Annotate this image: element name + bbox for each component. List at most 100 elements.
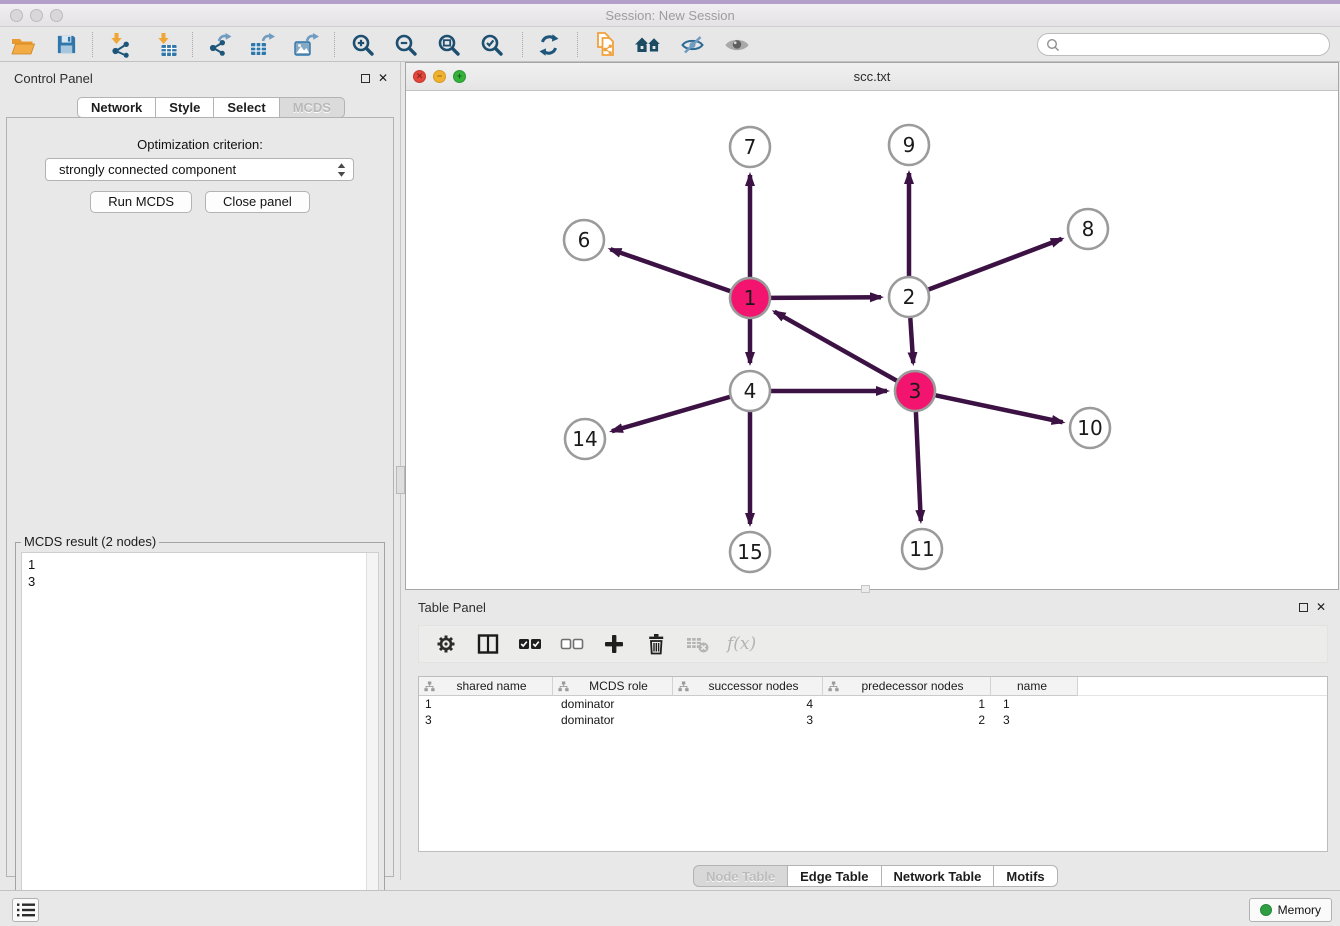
mcds-panel-body: Optimization criterion: strongly connect… (6, 117, 394, 877)
toolbar-separator (334, 32, 335, 57)
graph-node-label: 9 (903, 133, 916, 157)
table-cell[interactable]: 1 (991, 697, 1078, 711)
toolbar-separator (577, 32, 578, 57)
export-table-icon[interactable] (243, 29, 281, 60)
open-session-icon[interactable] (4, 29, 42, 60)
mcds-result-line: 3 (28, 573, 372, 590)
save-session-icon[interactable] (47, 29, 85, 60)
refresh-icon[interactable] (530, 29, 568, 60)
toolbar-separator (92, 32, 93, 57)
tab-mcds[interactable]: MCDS (280, 97, 345, 118)
network-resize-handle[interactable] (861, 585, 870, 593)
home-icon[interactable] (629, 29, 667, 60)
search-box[interactable] (1037, 33, 1330, 56)
column-header-shared-name[interactable]: shared name (419, 677, 553, 696)
graph-edge-4-14[interactable] (612, 397, 730, 431)
column-header-mcds-role[interactable]: MCDS role (553, 677, 673, 696)
refresh-glyph (537, 33, 561, 57)
graph-edge-2-8[interactable] (929, 239, 1062, 290)
zoom-selected-glyph (480, 33, 504, 57)
table-cell[interactable]: 2 (823, 713, 991, 727)
float-panel-icon[interactable] (361, 74, 370, 83)
table-cell[interactable]: 1 (419, 697, 553, 711)
column-header-successor-nodes[interactable]: successor nodes (673, 677, 823, 696)
column-header-name[interactable]: name (991, 677, 1078, 696)
column-header-predecessor-nodes[interactable]: predecessor nodes (823, 677, 991, 696)
delete-row-icon[interactable] (643, 631, 669, 657)
insert-column-icon[interactable] (475, 631, 501, 657)
tab-edge-table[interactable]: Edge Table (788, 865, 881, 887)
select-all-icon[interactable] (517, 631, 543, 657)
tab-network-table[interactable]: Network Table (882, 865, 995, 887)
tab-style[interactable]: Style (156, 97, 214, 118)
table-row[interactable]: 3dominator323 (419, 712, 1327, 728)
floppy-icon (55, 33, 78, 56)
dropdown-stepper-icon (337, 162, 346, 181)
network-view-window: ✕ − + scc.txt 7968124314101511 (405, 62, 1339, 590)
import-table-icon[interactable] (147, 29, 185, 60)
table-cell[interactable]: 4 (673, 697, 823, 711)
close-panel-icon[interactable]: ✕ (1316, 601, 1326, 613)
export-network-glyph (206, 32, 232, 57)
table-row[interactable]: 1dominator411 (419, 696, 1327, 712)
deselect-all-icon[interactable] (559, 631, 585, 657)
criterion-dropdown[interactable]: strongly connected component (45, 158, 354, 181)
table-cell[interactable]: 3 (419, 713, 553, 727)
table-header-row: shared name MCDS role successor nodes pr… (419, 677, 1327, 696)
graph-node-label: 6 (578, 228, 591, 252)
add-row-icon[interactable] (601, 631, 627, 657)
zoom-selected-icon[interactable] (473, 29, 511, 60)
graph-edge-2-3[interactable] (910, 318, 913, 363)
task-history-button[interactable] (12, 898, 39, 922)
tree-icon (678, 681, 689, 692)
graph-svg: 7968124314101511 (406, 91, 1338, 589)
mcds-result-fieldset: MCDS result (2 nodes) 1 3 (15, 542, 385, 919)
export-network-icon[interactable] (200, 29, 238, 60)
zoom-out-icon[interactable] (387, 29, 425, 60)
network-title: scc.txt (406, 69, 1338, 84)
graph-node-label: 8 (1082, 217, 1095, 241)
table-cell[interactable]: dominator (553, 713, 673, 727)
tab-network[interactable]: Network (77, 97, 156, 118)
zoom-fit-icon[interactable] (430, 29, 468, 60)
memory-label: Memory (1278, 903, 1321, 917)
tree-icon (424, 681, 435, 692)
graph-edge-1-2[interactable] (771, 297, 881, 298)
network-window-titlebar[interactable]: ✕ − + scc.txt (406, 63, 1338, 91)
zoom-in-icon[interactable] (344, 29, 382, 60)
close-panel-icon[interactable]: ✕ (378, 72, 388, 84)
hide-visibility-icon[interactable] (673, 29, 711, 60)
search-input[interactable] (1060, 36, 1329, 54)
tab-select[interactable]: Select (214, 97, 279, 118)
function-builder-icon[interactable]: f(x) (727, 634, 756, 654)
import-network-icon[interactable] (100, 29, 138, 60)
tab-motifs[interactable]: Motifs (994, 865, 1057, 887)
run-mcds-button[interactable]: Run MCDS (90, 191, 192, 213)
float-panel-icon[interactable] (1299, 603, 1308, 612)
show-visibility-icon[interactable] (718, 29, 756, 60)
network-canvas[interactable]: 7968124314101511 (406, 91, 1338, 589)
export-image-icon[interactable] (287, 29, 325, 60)
graph-edge-3-1[interactable] (774, 312, 896, 381)
table-cell[interactable]: dominator (553, 697, 673, 711)
table-settings-icon[interactable] (433, 631, 459, 657)
panel-splitter-handle[interactable] (396, 466, 405, 494)
graph-node-label: 3 (909, 379, 922, 403)
clone-network-view-icon[interactable] (586, 29, 624, 60)
graph-edge-1-6[interactable] (610, 249, 730, 291)
toolbar-separator (192, 32, 193, 57)
mcds-scrollbar[interactable] (366, 553, 378, 911)
tab-node-table[interactable]: Node Table (693, 865, 788, 887)
table-cell[interactable]: 3 (673, 713, 823, 727)
toolbar-separator (522, 32, 523, 57)
delete-table-icon[interactable] (685, 631, 711, 657)
two-houses-glyph (634, 35, 662, 55)
graph-edge-3-11[interactable] (916, 412, 921, 521)
table-cell[interactable]: 3 (991, 713, 1078, 727)
close-panel-button[interactable]: Close panel (205, 191, 310, 213)
memory-button[interactable]: Memory (1249, 898, 1332, 922)
graph-edge-3-10[interactable] (936, 395, 1063, 422)
tree-icon (558, 681, 569, 692)
mcds-result-box[interactable]: 1 3 (21, 552, 379, 912)
table-cell[interactable]: 1 (823, 697, 991, 711)
